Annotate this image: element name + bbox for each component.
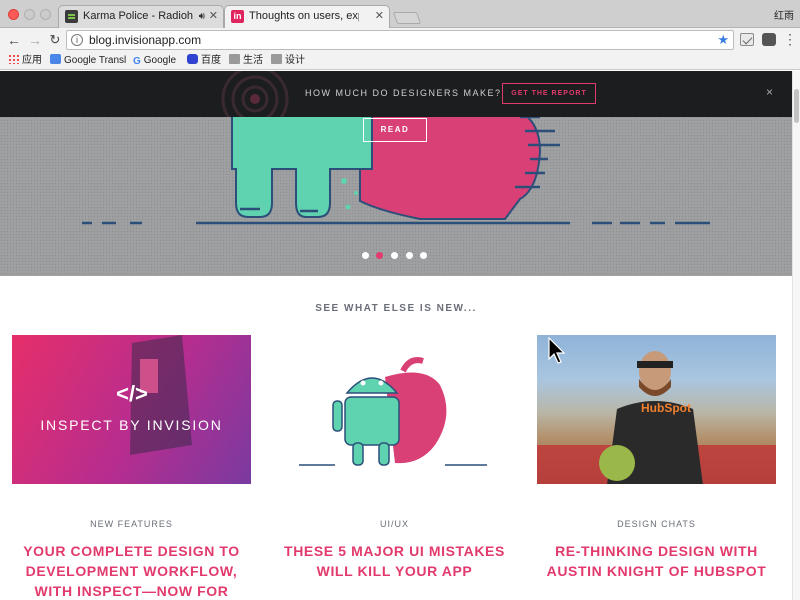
forward-arrow-icon[interactable]: →	[26, 31, 44, 49]
android-apple-illustration	[299, 357, 487, 466]
article-headline[interactable]: YOUR COMPLETE DESIGN TO DEVELOPMENT WORK…	[12, 541, 251, 600]
article-category[interactable]: NEW FEATURES	[12, 519, 251, 529]
article-thumbnail[interactable]: </> INSPECT BY INVISION	[12, 335, 251, 484]
bookmark-google-translate[interactable]: Google Transl	[50, 54, 126, 67]
url-input[interactable]	[89, 33, 689, 47]
tab-karma-police[interactable]: Karma Police - Radiohead 🔊︎ ✕	[58, 5, 224, 28]
article-thumbnail[interactable]: HubSpot	[537, 335, 776, 484]
tab-invision-blog[interactable]: in Thoughts on users, experience ✕	[224, 5, 390, 28]
info-icon[interactable]: i	[71, 34, 83, 46]
article-category[interactable]: UI/UX	[275, 519, 514, 529]
bookmark-apps[interactable]: 应用	[8, 54, 42, 67]
speaker-icon[interactable]: 🔊︎	[199, 6, 205, 27]
promo-text: HOW MUCH DO DESIGNERS MAKE?	[305, 88, 502, 98]
reload-icon[interactable]: ↻	[46, 31, 64, 49]
bookmark-label: Google	[143, 55, 177, 66]
bookmarks-bar: 应用 Google Transl G Google 百度 生活 设计	[0, 52, 800, 70]
bookmark-baidu[interactable]: 百度	[187, 54, 221, 67]
laptop-graphic	[130, 335, 192, 455]
bookmark-label: 应用	[22, 55, 42, 66]
promo-banner: HOW MUCH DO DESIGNERS MAKE? GET THE REPO…	[0, 71, 792, 117]
slider-dot-1[interactable]	[362, 252, 369, 259]
bookmark-folder-design[interactable]: 设计	[271, 54, 305, 67]
slider-dot-4[interactable]	[406, 252, 413, 259]
bookmark-star-icon[interactable]: ★	[717, 32, 729, 48]
profile-name[interactable]: 红雨	[774, 7, 794, 22]
close-tab-icon[interactable]: ✕	[375, 6, 384, 27]
google-icon: G	[133, 56, 141, 67]
back-arrow-icon[interactable]: ←	[5, 31, 23, 49]
bookmark-label: Google Transl	[64, 55, 127, 66]
new-tab-button[interactable]	[392, 12, 422, 24]
minimize-window-button[interactable]	[24, 9, 35, 20]
maximize-window-button[interactable]	[40, 9, 51, 20]
browser-toolbar: ← → ↻ i ★ ⋮	[0, 28, 800, 52]
close-icon[interactable]: ×	[766, 85, 773, 99]
code-icon: </>	[116, 381, 148, 406]
address-bar[interactable]: i ★	[66, 30, 734, 50]
google-translate-icon	[50, 54, 61, 64]
article-category[interactable]: DESIGN CHATS	[537, 519, 776, 529]
page-content: READ HOW MUCH DO DESIGNERS MAKE? GET THE…	[0, 71, 792, 600]
close-tab-icon[interactable]: ✕	[209, 6, 218, 27]
section-title: SEE WHAT ELSE IS NEW...	[315, 303, 477, 314]
get-report-button[interactable]: GET THE REPORT	[502, 83, 596, 104]
bookmark-google[interactable]: G Google	[133, 54, 176, 67]
mouse-cursor-icon	[548, 337, 566, 364]
bookmark-folder-life[interactable]: 生活	[229, 54, 263, 67]
article-thumbnail[interactable]	[275, 335, 514, 484]
thumbnail-text: INSPECT BY INVISION	[40, 417, 223, 433]
bookmark-label: 生活	[243, 55, 263, 66]
scrollbar[interactable]	[792, 71, 800, 600]
article-headline[interactable]: THESE 5 MAJOR UI MISTAKES WILL KILL YOUR…	[275, 541, 514, 581]
read-button[interactable]: READ	[363, 118, 427, 142]
tab-title: Thoughts on users, experience	[249, 10, 359, 22]
thumbnail-text: HubSpot	[641, 401, 691, 415]
bookmark-label: 设计	[285, 55, 305, 66]
folder-icon	[271, 54, 282, 64]
pocket-extension-icon[interactable]	[762, 33, 776, 46]
tab-title: Karma Police - Radiohead	[83, 10, 193, 22]
baidu-icon	[187, 54, 198, 64]
slider-dot-2[interactable]	[376, 252, 383, 259]
apps-grid-icon	[8, 54, 19, 64]
scrollbar-thumb[interactable]	[794, 89, 799, 123]
tab-strip: Karma Police - Radiohead 🔊︎ ✕ in Thought…	[0, 0, 800, 28]
menu-dots-icon[interactable]: ⋮	[783, 31, 797, 47]
bookmark-label: 百度	[201, 55, 221, 66]
spotify-icon	[65, 10, 78, 23]
gmail-extension-icon[interactable]	[740, 33, 754, 46]
slider-dot-3[interactable]	[391, 252, 398, 259]
invision-icon: in	[231, 10, 244, 23]
close-window-button[interactable]	[8, 9, 19, 20]
target-graphic-icon	[221, 71, 289, 117]
slider-dot-5[interactable]	[420, 252, 427, 259]
article-headline[interactable]: RE-THINKING DESIGN WITH AUSTIN KNIGHT OF…	[537, 541, 776, 581]
folder-icon	[229, 54, 240, 64]
